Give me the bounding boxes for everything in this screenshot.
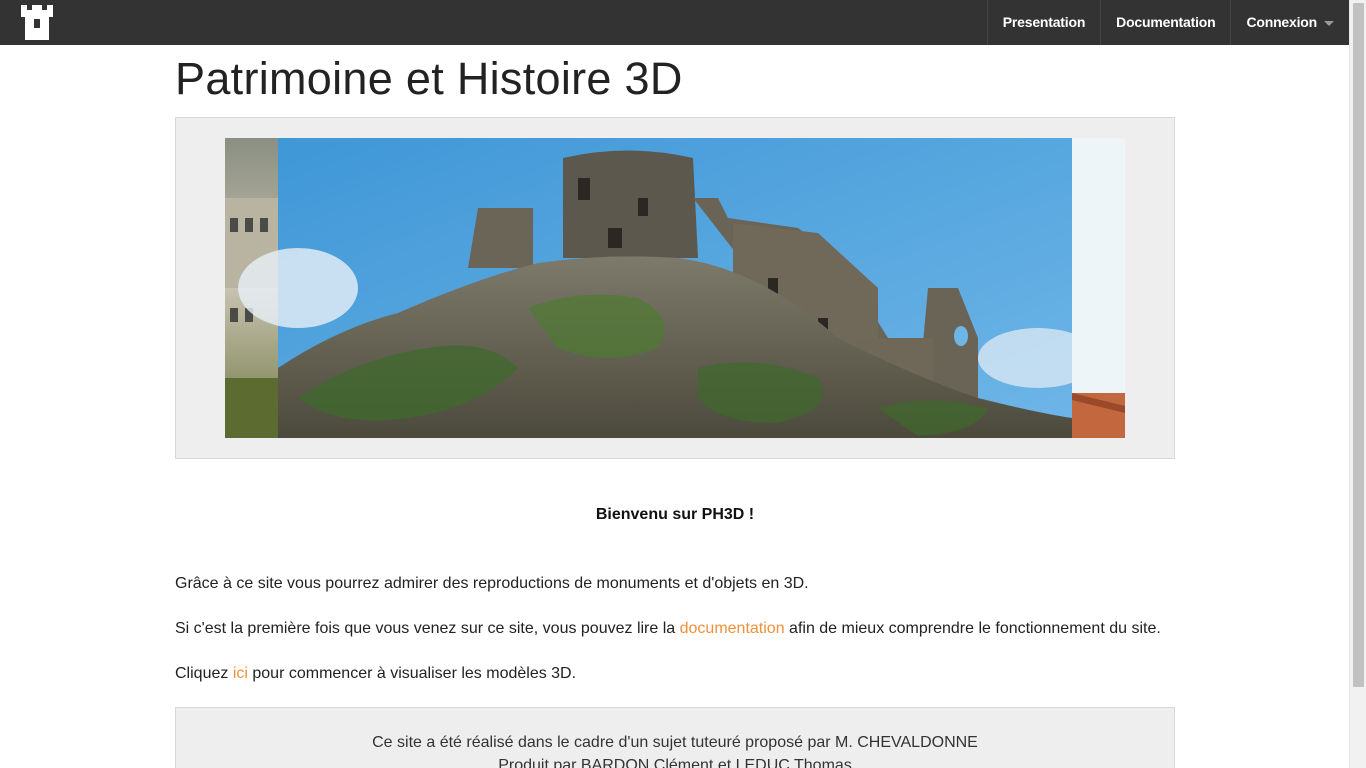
top-navbar: Presentation Documentation Connexion — [0, 0, 1349, 45]
footer: Ce site a été réalisé dans le cadre d'un… — [175, 707, 1175, 768]
start-text-before: Cliquez — [175, 665, 233, 682]
castle-ruins-photo — [238, 138, 1098, 438]
scrollbar-thumb[interactable] — [1353, 3, 1364, 687]
nav-connexion-dropdown[interactable]: Connexion — [1230, 0, 1349, 45]
documentation-text-before: Si c'est la première fois que vous venez… — [175, 620, 680, 637]
vertical-scrollbar[interactable] — [1349, 0, 1366, 768]
nav-documentation[interactable]: Documentation — [1100, 0, 1230, 45]
image-carousel[interactable] — [175, 117, 1175, 459]
nav-connexion-label: Connexion — [1246, 14, 1317, 30]
documentation-link[interactable]: documentation — [680, 620, 785, 637]
footer-line-2: Produit par BARDON Clément et LEDUC Thom… — [498, 757, 852, 768]
documentation-paragraph: Si c'est la première fois que vous venez… — [175, 620, 1161, 638]
building-photo — [1072, 138, 1125, 438]
castle-tower-icon[interactable] — [19, 3, 55, 42]
nav-presentation[interactable]: Presentation — [986, 0, 1100, 45]
carousel-image — [225, 138, 1125, 438]
caret-down-icon — [1324, 21, 1334, 26]
page-title: Patrimoine et Histoire 3D — [175, 53, 683, 104]
documentation-text-after: afin de mieux comprendre le fonctionneme… — [784, 620, 1161, 637]
main-nav: Presentation Documentation Connexion — [986, 0, 1349, 45]
start-text-after: pour commencer à visualiser les modèles … — [247, 665, 577, 682]
footer-line-1: Ce site a été réalisé dans le cadre d'un… — [372, 734, 978, 751]
start-link[interactable]: ici — [233, 665, 248, 682]
carousel-slides — [225, 138, 1125, 438]
start-paragraph: Cliquez ici pour commencer à visualiser … — [175, 665, 576, 683]
welcome-heading: Bienvenu sur PH3D ! — [595, 506, 755, 523]
intro-paragraph: Grâce à ce site vous pourrez admirer des… — [175, 575, 809, 592]
